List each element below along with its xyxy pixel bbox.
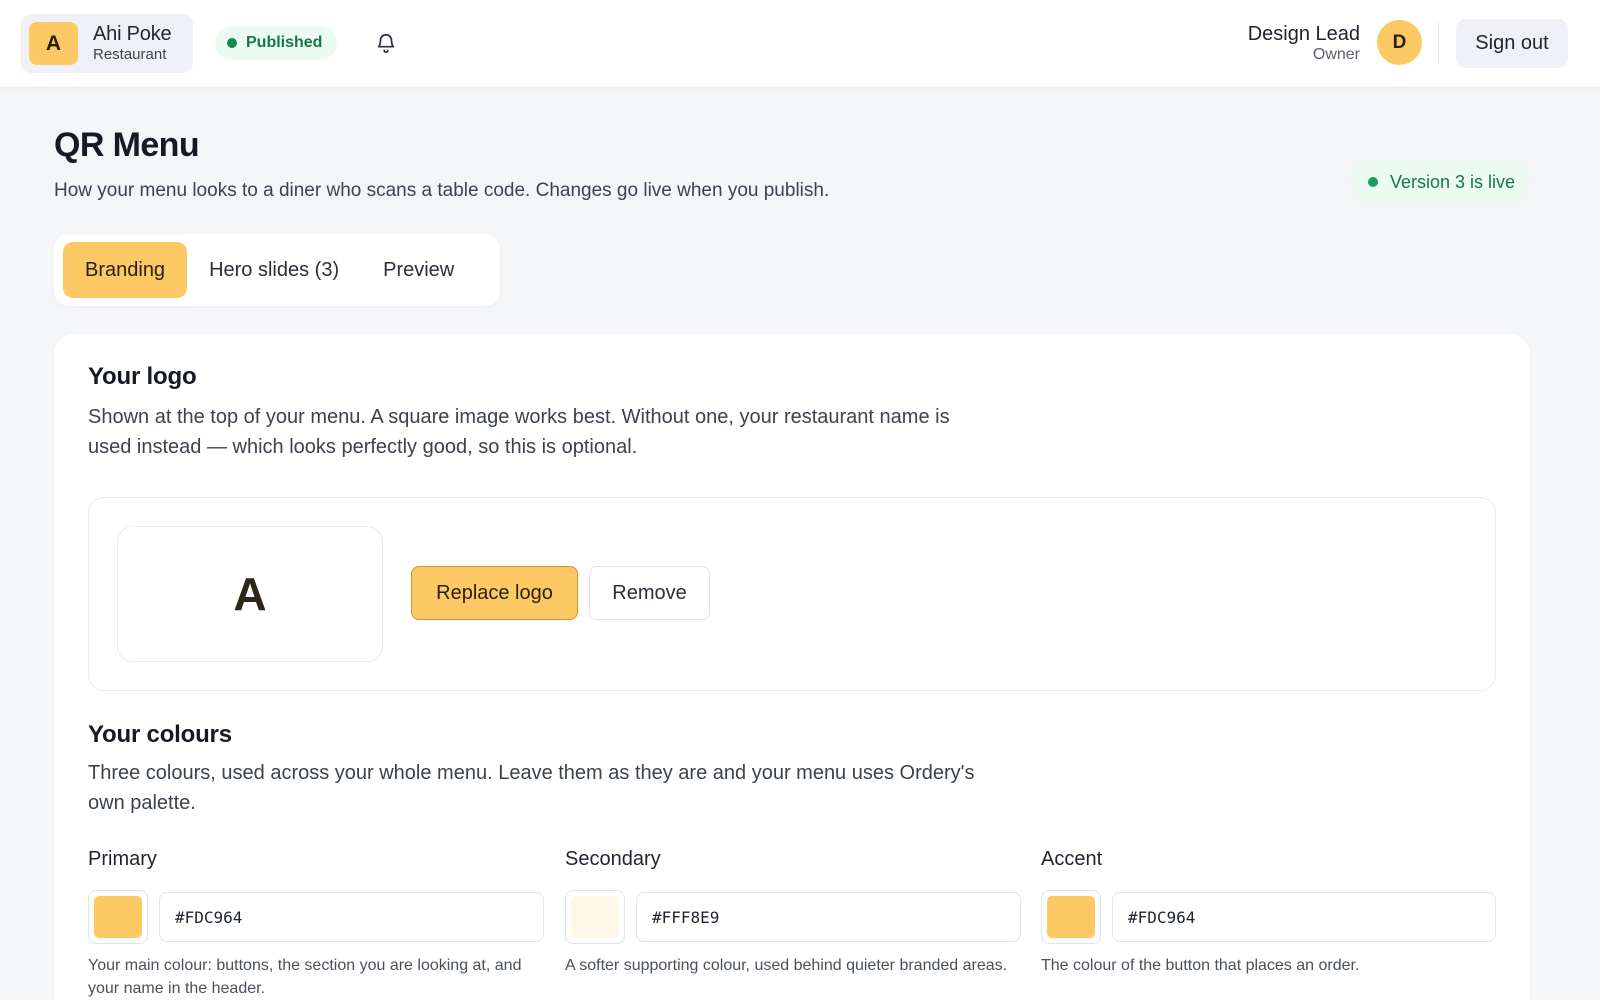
accent-hex-input[interactable] (1112, 892, 1496, 942)
remove-logo-button[interactable]: Remove (589, 566, 710, 620)
primary-swatch-fill (94, 896, 142, 938)
primary-colour-swatch[interactable] (88, 890, 148, 944)
accent-colour-row (1041, 890, 1496, 944)
user-avatar[interactable]: D (1377, 20, 1422, 65)
secondary-colour-row (565, 890, 1021, 944)
user-name: Design Lead (1247, 23, 1360, 45)
published-status-label: Published (246, 34, 323, 51)
user-role: Owner (1312, 46, 1360, 63)
accent-colour-swatch[interactable] (1041, 890, 1101, 944)
sign-out-button[interactable]: Sign out (1456, 19, 1568, 68)
top-bar: A Ahi Poke Restaurant Published Design L… (0, 0, 1600, 88)
replace-logo-button[interactable]: Replace logo (411, 566, 578, 620)
accent-colour-help: The colour of the button that places an … (1041, 957, 1360, 974)
primary-colour-row (88, 890, 544, 944)
primary-colour-field: Primary Your main colour: buttons, the s… (88, 848, 544, 1000)
tab-branding[interactable]: Branding (63, 242, 188, 298)
published-status-badge: Published (215, 26, 337, 60)
tab-bar: Branding Hero slides (3) Preview (54, 234, 500, 306)
logo-preview: A (117, 526, 383, 662)
accent-colour-field: Accent The colour of the button that pla… (1041, 848, 1496, 977)
restaurant-switcher[interactable]: A Ahi Poke Restaurant (21, 14, 193, 73)
colours-section-description: Three colours, used across your whole me… (88, 762, 975, 814)
status-dot-icon (227, 38, 237, 48)
logo-section-description: Shown at the top of your menu. A square … (88, 406, 950, 458)
secondary-colour-label: Secondary (565, 848, 661, 870)
logo-section-title: Your logo (88, 363, 197, 390)
tab-hero-slides[interactable]: Hero slides (3) (187, 242, 361, 298)
colours-section-title: Your colours (88, 721, 232, 748)
restaurant-type: Restaurant (93, 46, 167, 63)
header-divider (1438, 22, 1439, 65)
bell-icon[interactable] (373, 30, 399, 56)
restaurant-name: Ahi Poke (93, 23, 172, 45)
page-title: QR Menu (54, 126, 200, 164)
primary-colour-help: Your main colour: buttons, the section y… (88, 957, 522, 997)
secondary-colour-field: Secondary A softer supporting colour, us… (565, 848, 1021, 977)
secondary-hex-input[interactable] (636, 892, 1021, 942)
accent-colour-label: Accent (1041, 848, 1103, 870)
primary-hex-input[interactable] (159, 892, 544, 942)
secondary-swatch-fill (571, 896, 619, 938)
restaurant-info: Ahi Poke Restaurant (93, 23, 172, 64)
page-subtitle: How your menu looks to a diner who scans… (54, 180, 830, 201)
version-live-badge: Version 3 is live (1350, 160, 1530, 204)
secondary-colour-help: A softer supporting colour, used behind … (565, 957, 1008, 974)
branding-card: Your logo Shown at the top of your menu.… (54, 334, 1530, 1000)
accent-swatch-fill (1047, 896, 1095, 938)
tab-preview[interactable]: Preview (361, 242, 476, 298)
secondary-colour-swatch[interactable] (565, 890, 625, 944)
user-info: Design Lead Owner (1248, 22, 1360, 64)
primary-colour-label: Primary (88, 848, 157, 870)
live-dot-icon (1368, 177, 1378, 187)
logo-panel: A Replace logo Remove (88, 497, 1496, 691)
version-live-label: Version 3 is live (1390, 171, 1516, 192)
restaurant-avatar: A (29, 22, 78, 65)
